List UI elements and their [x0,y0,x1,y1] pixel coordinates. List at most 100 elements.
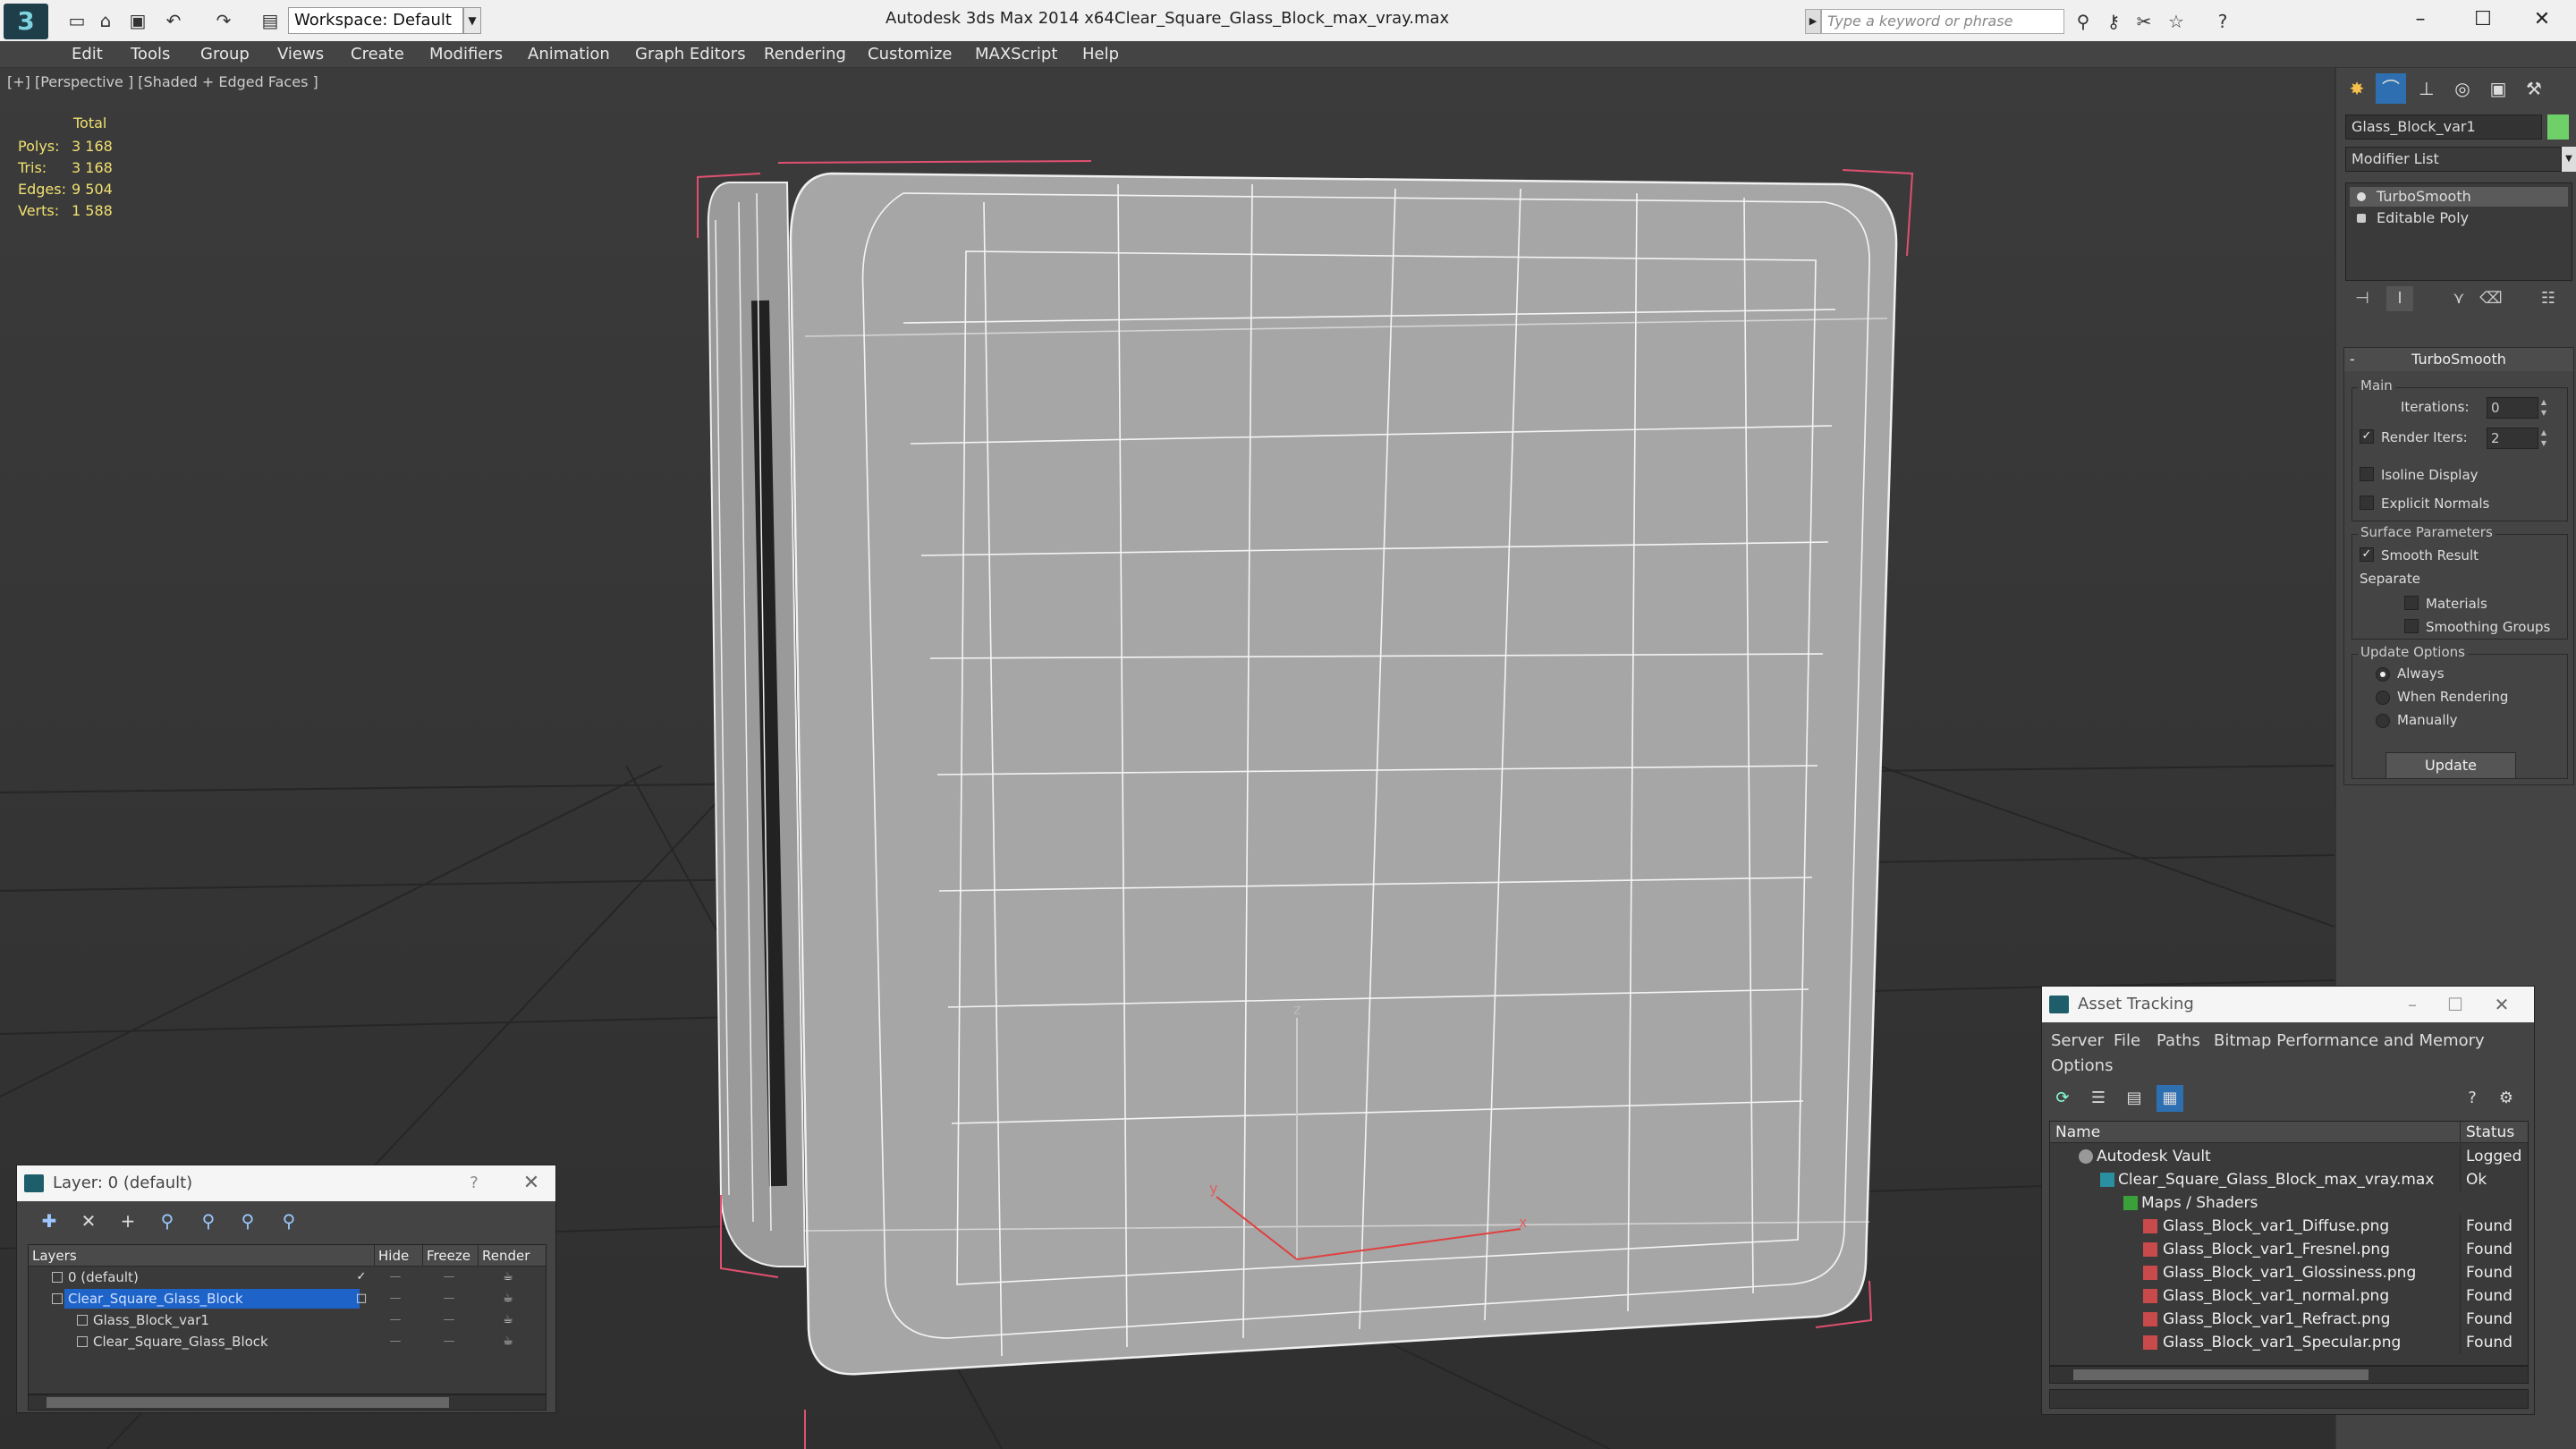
modifier-list-select[interactable]: Modifier List [2345,147,2562,172]
isoline-display-checkbox[interactable] [2360,467,2374,481]
freeze-toggle[interactable]: — [431,1331,467,1352]
asset-row[interactable]: Glass_Block_var1_normal.png Found [2050,1284,2528,1308]
menu-customize[interactable]: Customize [868,45,952,64]
help-icon[interactable]: ? [461,1165,487,1201]
menu-bitmap-performance[interactable]: Bitmap Performance and Memory [2214,1031,2485,1050]
remove-modifier-icon[interactable]: ⌫ [2478,286,2504,311]
asset-path-field[interactable] [2049,1389,2529,1409]
column-freeze[interactable]: Freeze [422,1245,478,1267]
render-iters-spinner[interactable]: 2 [2487,428,2538,449]
iterations-spinner[interactable]: 0 [2487,397,2538,419]
create-tab-icon[interactable]: ✸ [2342,73,2372,104]
maximize-icon[interactable]: ☐ [2437,987,2473,1022]
favorites-icon[interactable]: ☆ [2163,9,2190,34]
asset-row[interactable]: Glass_Block_var1_Specular.png Found [2050,1331,2528,1354]
add-to-layer-icon[interactable]: + [114,1207,142,1235]
collapse-icon[interactable]: - [2350,348,2355,371]
object-color-swatch[interactable] [2547,114,2569,140]
stack-item-turbosmooth[interactable]: TurboSmooth [2350,187,2568,207]
help-icon[interactable]: ? [2209,9,2236,34]
asset-row[interactable]: Glass_Block_var1_Fresnel.png Found [2050,1238,2528,1261]
app-logo-icon[interactable]: 3 [4,4,48,39]
asset-row[interactable]: Autodesk Vault Logged [2050,1145,2528,1168]
asset-row[interactable]: Maps / Shaders [2050,1191,2528,1215]
current-layer-check-icon[interactable]: ✓ [343,1267,379,1288]
asset-row[interactable]: Glass_Block_var1_Refract.png Found [2050,1308,2528,1331]
workspace-select[interactable]: Workspace: Default [288,7,463,34]
menu-server[interactable]: Server [2051,1031,2104,1050]
spinner-arrows-icon[interactable]: ▲ ▼ [2538,397,2549,419]
scrollbar-thumb[interactable] [2073,1369,2368,1380]
delete-layer-icon[interactable]: ✕ [74,1207,103,1235]
smooth-result-checkbox[interactable]: ✓ [2360,547,2374,562]
asset-row[interactable]: Glass_Block_var1_Diffuse.png Found [2050,1215,2528,1238]
list-view-icon[interactable]: ☰ [2085,1085,2112,1112]
horizontal-scrollbar[interactable] [2049,1366,2529,1384]
menu-file[interactable]: File [2114,1031,2140,1050]
menu-animation[interactable]: Animation [528,45,610,64]
configure-sets-icon[interactable]: ☷ [2535,286,2562,311]
help-icon[interactable]: ? [2459,1085,2486,1112]
spinner-arrows-icon[interactable]: ▲ ▼ [2538,428,2549,449]
lightbulb-icon[interactable] [2357,192,2366,201]
menu-options[interactable]: Options [2051,1056,2113,1075]
utilities-tab-icon[interactable]: ⚒ [2519,73,2549,104]
select-objects-icon[interactable]: ⚲ [153,1207,182,1235]
object-name-field[interactable]: Glass_Block_var1 [2345,114,2542,140]
update-button[interactable]: Update [2385,752,2516,779]
minimize-icon[interactable]: – [2394,4,2447,36]
asset-row[interactable]: Glass_Block_var1_Glossiness.png Found [2050,1261,2528,1284]
manually-radio[interactable] [2376,714,2390,728]
modifier-list-dropdown-icon[interactable]: ▼ [2562,147,2576,172]
menu-help[interactable]: Help [1082,45,1119,64]
close-icon[interactable]: ✕ [2484,987,2520,1022]
freeze-toggle[interactable]: — [431,1309,467,1331]
table-view-icon[interactable]: ▦ [2157,1085,2183,1112]
freeze-toggle[interactable]: — [431,1288,467,1309]
display-tab-icon[interactable]: ▣ [2483,73,2513,104]
minimize-icon[interactable]: – [2394,987,2430,1022]
freeze-toggle[interactable]: — [431,1267,467,1288]
render-iters-checkbox[interactable]: ✓ [2360,429,2374,444]
pin-stack-icon[interactable]: ⊣ [2349,286,2376,311]
menu-group[interactable]: Group [200,45,250,64]
render-teapot-icon[interactable]: ☕ [490,1331,526,1352]
expand-icon[interactable] [2357,214,2366,223]
new-file-icon[interactable]: ▭ [64,9,89,32]
detail-view-icon[interactable]: ▤ [2121,1085,2148,1112]
menu-create[interactable]: Create [351,45,404,64]
highlight-layer-icon[interactable]: ⚲ [194,1207,223,1235]
render-teapot-icon[interactable]: ☕ [490,1309,526,1331]
layer-row[interactable]: Glass_Block_var1 — — ☕ [29,1309,546,1331]
menu-graph-editors[interactable]: Graph Editors [635,45,746,64]
layer-row[interactable]: 0 (default) ✓ — — ☕ [29,1267,546,1288]
column-render[interactable]: Render [478,1245,546,1267]
viewport-label[interactable]: [+] [Perspective ] [Shaded + Edged Faces… [7,73,318,90]
search-input[interactable]: Type a keyword or phrase [1821,9,2064,34]
show-end-result-icon[interactable]: I [2386,286,2413,311]
menu-maxscript[interactable]: MAXScript [975,45,1057,64]
create-layer-icon[interactable]: ✚ [35,1207,64,1235]
motion-tab-icon[interactable]: ◎ [2447,73,2478,104]
undo-icon[interactable]: ↶ [161,9,186,32]
menu-paths[interactable]: Paths [2157,1031,2200,1050]
horizontal-scrollbar[interactable] [28,1394,547,1411]
hide-toggle[interactable]: — [377,1331,413,1352]
column-hide[interactable]: Hide [374,1245,422,1267]
current-layer-box-icon[interactable]: □ [343,1288,379,1309]
menu-rendering[interactable]: Rendering [764,45,846,64]
menu-tools[interactable]: Tools [131,45,170,64]
make-unique-icon[interactable]: ⋎ [2445,286,2472,311]
render-teapot-icon[interactable]: ☕ [490,1267,526,1288]
layer-row[interactable]: Clear_Square_Glass_Block □ — — ☕ [29,1288,546,1309]
redo-icon[interactable]: ↷ [211,9,236,32]
hide-all-icon[interactable]: ⚲ [233,1207,262,1235]
menu-modifiers[interactable]: Modifiers [429,45,503,64]
when-rendering-radio[interactable] [2376,691,2390,705]
asset-row[interactable]: Clear_Square_Glass_Block_max_vray.max Ok [2050,1168,2528,1191]
subscription-icon[interactable]: ✂ [2131,9,2157,34]
materials-checkbox[interactable] [2404,596,2419,610]
refresh-icon[interactable]: ⟳ [2049,1085,2076,1112]
open-file-icon[interactable]: ⌂ [93,9,118,32]
column-status[interactable]: Status [2460,1122,2514,1143]
